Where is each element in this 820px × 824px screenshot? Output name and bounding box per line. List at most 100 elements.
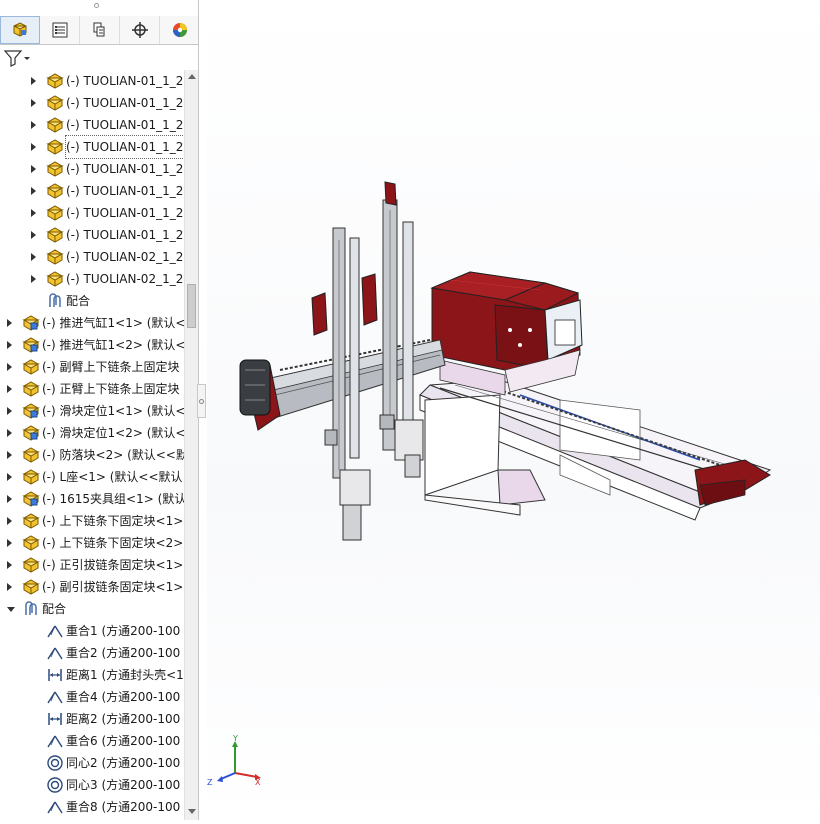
tree-item[interactable]: 重合1 (方通200-100 bbox=[0, 620, 184, 642]
expand-arrow-icon[interactable] bbox=[31, 209, 36, 217]
tree-item[interactable]: 配合 bbox=[0, 598, 184, 620]
expand-arrow-icon[interactable] bbox=[7, 341, 12, 349]
part-icon bbox=[46, 248, 64, 266]
tree-scrollbar[interactable] bbox=[184, 70, 198, 820]
tree-item[interactable]: 重合6 (方通200-100 bbox=[0, 730, 184, 752]
tree-item[interactable]: (-) TUOLIAN-01_1_2 bbox=[0, 180, 184, 202]
tree-item[interactable]: 距离2 (方通200-100 bbox=[0, 708, 184, 730]
expand-arrow-icon[interactable] bbox=[7, 385, 12, 393]
expand-arrow-icon[interactable] bbox=[31, 165, 36, 173]
tree-item-label: (-) 滑块定位1<1> (默认< bbox=[42, 404, 184, 418]
filter-button[interactable] bbox=[2, 48, 32, 68]
configuration-manager-icon bbox=[93, 22, 104, 37]
y-label: Y bbox=[232, 734, 238, 743]
tree-item-label: (-) 副臂上下链条上固定块 bbox=[42, 360, 180, 374]
tree-item-label: (-) TUOLIAN-02_1_2 bbox=[66, 250, 184, 264]
vertical-arm-right bbox=[379, 181, 424, 478]
tree-item[interactable]: (-) 滑块定位1<2> (默认< bbox=[0, 422, 184, 444]
tree-item[interactable]: (-) TUOLIAN-01_1_2 bbox=[0, 114, 184, 136]
tab-configuration-manager[interactable] bbox=[80, 16, 120, 44]
tree-item[interactable]: (-) TUOLIAN-01_1_2 bbox=[0, 202, 184, 224]
tree-item[interactable]: 重合2 (方通200-100 bbox=[0, 642, 184, 664]
tab-dimxpert-manager[interactable] bbox=[120, 16, 160, 44]
expand-arrow-icon[interactable] bbox=[31, 121, 36, 129]
tree-item[interactable]: (-) 推进气缸1<1> (默认< bbox=[0, 312, 184, 334]
tree-item-label: (-) 推进气缸1<2> (默认< bbox=[42, 338, 184, 352]
expand-arrow-icon[interactable] bbox=[7, 517, 12, 525]
expand-arrow-icon[interactable] bbox=[7, 539, 12, 547]
expand-arrow-icon[interactable] bbox=[7, 473, 12, 481]
panel-splitter[interactable] bbox=[197, 384, 206, 418]
tree-item[interactable]: (-) 滑块定位1<1> (默认< bbox=[0, 400, 184, 422]
tree-item[interactable]: (-) TUOLIAN-01_1_2 bbox=[0, 158, 184, 180]
tree-item[interactable]: 配合 bbox=[0, 290, 184, 312]
tree-item[interactable]: (-) 副臂上下链条上固定块 bbox=[0, 356, 184, 378]
tree-item-label: 距离1 (方通封头壳<1 bbox=[66, 668, 184, 682]
splitter-grip-icon bbox=[199, 399, 204, 404]
tree-item[interactable]: (-) 防落块<2> (默认<<默 bbox=[0, 444, 184, 466]
panel-grip-icon[interactable] bbox=[94, 3, 99, 8]
tree-item-label: (-) 滑块定位1<2> (默认< bbox=[42, 426, 184, 440]
part-icon bbox=[46, 182, 64, 200]
tree-item-label: (-) 推进气缸1<1> (默认< bbox=[42, 316, 184, 330]
tree-item[interactable]: (-) 上下链条下固定块<2> bbox=[0, 532, 184, 554]
expand-arrow-icon[interactable] bbox=[7, 319, 12, 327]
concentric-mate-icon bbox=[46, 776, 64, 794]
expand-arrow-icon[interactable] bbox=[31, 187, 36, 195]
tree-item[interactable]: (-) TUOLIAN-01_1_2 bbox=[0, 70, 184, 92]
tree-item[interactable]: (-) TUOLIAN-02_1_2 bbox=[0, 246, 184, 268]
tree-item[interactable]: (-) 上下链条下固定块<1> bbox=[0, 510, 184, 532]
tab-property-manager[interactable] bbox=[40, 16, 80, 44]
tree-item[interactable]: (-) L座<1> (默认<<默认 bbox=[0, 466, 184, 488]
part-icon bbox=[46, 94, 64, 112]
assembly-model[interactable] bbox=[207, 0, 820, 820]
feature-manager-icon bbox=[13, 22, 27, 37]
tree-item-label: (-) 防落块<2> (默认<<默 bbox=[42, 448, 184, 462]
expand-arrow-icon[interactable] bbox=[31, 143, 36, 151]
tree-item[interactable]: (-) 副引拔链条固定块<1> bbox=[0, 576, 184, 598]
expand-arrow-icon[interactable] bbox=[7, 429, 12, 437]
tree-item[interactable]: 同心2 (方通200-100 bbox=[0, 752, 184, 774]
tree-item[interactable]: 重合4 (方通200-100 bbox=[0, 686, 184, 708]
tree-item[interactable]: (-) TUOLIAN-02_1_2 bbox=[0, 268, 184, 290]
expand-arrow-icon[interactable] bbox=[31, 231, 36, 239]
mates-icon bbox=[22, 600, 40, 618]
expand-arrow-icon[interactable] bbox=[7, 583, 12, 591]
tab-feature-manager[interactable] bbox=[0, 16, 40, 44]
expand-arrow-icon[interactable] bbox=[31, 275, 36, 283]
tree-item[interactable]: (-) 正臂上下链条上固定块 bbox=[0, 378, 184, 400]
tree-item[interactable]: (-) TUOLIAN-01_1_2 bbox=[0, 135, 184, 159]
tree-item[interactable]: (-) 推进气缸1<2> (默认< bbox=[0, 334, 184, 356]
tree-item[interactable]: 重合8 (方通200-100 bbox=[0, 796, 184, 818]
scrollbar-thumb[interactable] bbox=[187, 284, 196, 328]
distance-mate-icon bbox=[46, 710, 64, 728]
scroll-up-icon[interactable] bbox=[188, 74, 196, 79]
tree-item[interactable]: 距离1 (方通封头壳<1 bbox=[0, 664, 184, 686]
distance-mate-icon bbox=[46, 666, 64, 684]
expand-arrow-icon[interactable] bbox=[31, 99, 36, 107]
coordinate-triad: Y X Z bbox=[207, 734, 261, 787]
tree-item-label: (-) 正引拔链条固定块<1> bbox=[42, 558, 184, 572]
scroll-down-icon[interactable] bbox=[188, 809, 196, 814]
tree-item[interactable]: (-) 正引拔链条固定块<1> bbox=[0, 554, 184, 576]
expand-arrow-icon[interactable] bbox=[7, 495, 12, 503]
tab-display-manager[interactable] bbox=[160, 16, 200, 44]
tree-item[interactable]: (-) TUOLIAN-01_1_2 bbox=[0, 224, 184, 246]
expand-arrow-icon[interactable] bbox=[31, 77, 36, 85]
tree-item[interactable]: (-) 1615夹具组<1> (默认 bbox=[0, 488, 184, 510]
expand-arrow-icon[interactable] bbox=[7, 407, 12, 415]
property-manager-icon bbox=[52, 22, 67, 38]
expand-arrow-icon[interactable] bbox=[7, 363, 12, 371]
graphics-area[interactable] bbox=[207, 0, 820, 820]
expand-arrow-icon[interactable] bbox=[7, 561, 12, 569]
tree-item-label: (-) TUOLIAN-01_1_2 bbox=[66, 162, 184, 176]
x-axis bbox=[234, 772, 258, 778]
expand-arrow-icon[interactable] bbox=[7, 451, 12, 459]
tree-item-label: 距离2 (方通200-100 bbox=[66, 712, 181, 726]
part-icon bbox=[22, 556, 40, 574]
tree-item[interactable]: 同心3 (方通200-100 bbox=[0, 774, 184, 796]
collapse-arrow-icon[interactable] bbox=[7, 607, 15, 612]
expand-arrow-icon[interactable] bbox=[31, 253, 36, 261]
tree-item[interactable]: (-) TUOLIAN-01_1_2 bbox=[0, 92, 184, 114]
tree-item-label: (-) TUOLIAN-01_1_2 bbox=[66, 74, 184, 88]
